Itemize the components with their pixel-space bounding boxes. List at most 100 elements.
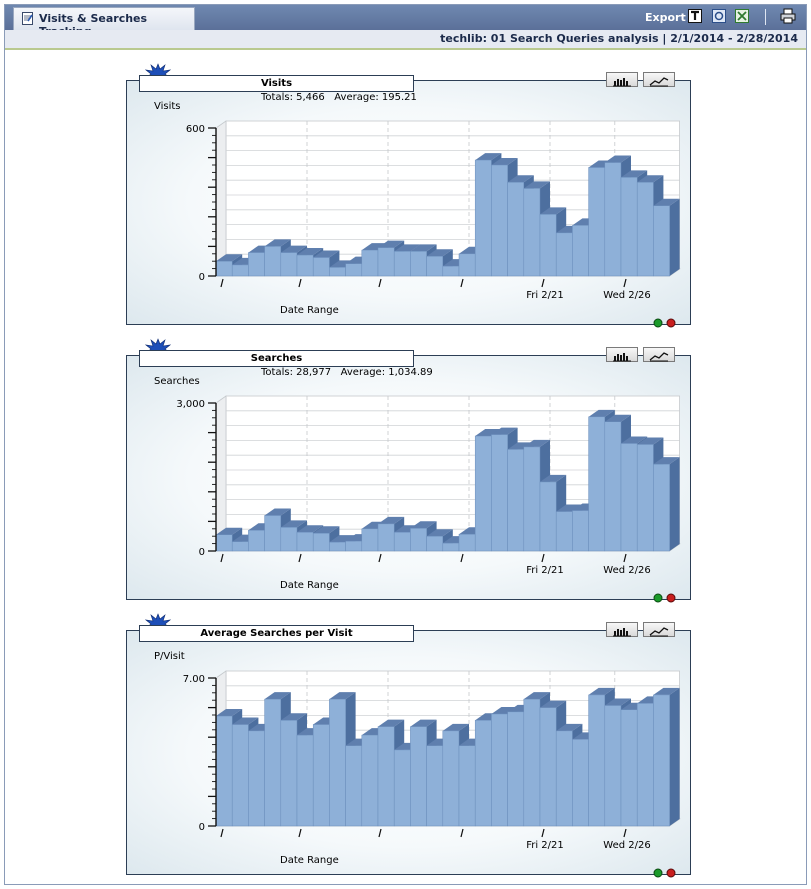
bar	[523, 446, 541, 552]
chart-panel: Searches Totals: 28,977 Average: 1,034.8…	[126, 338, 691, 603]
x-tick	[541, 278, 545, 288]
bar	[312, 257, 330, 277]
bar	[572, 739, 589, 827]
chart-plot: 7.00 0 Fri 2/21 Wed 2/26	[183, 670, 681, 851]
bar	[653, 694, 670, 827]
bar	[410, 528, 427, 552]
x-tick	[623, 828, 627, 838]
x-tick	[623, 553, 627, 563]
bar	[377, 726, 395, 827]
bar	[231, 724, 249, 827]
bar	[280, 252, 298, 277]
bar	[523, 698, 541, 827]
print-icon[interactable]	[780, 8, 796, 24]
bar	[442, 265, 460, 277]
bar	[620, 443, 638, 552]
bar	[572, 225, 589, 277]
x-tick	[220, 278, 224, 288]
bar-side	[669, 198, 680, 276]
bar	[426, 745, 444, 827]
bar	[280, 720, 298, 827]
bar	[523, 188, 541, 277]
x-tick-label: Fri 2/21	[526, 840, 564, 851]
x-tick-label: Wed 2/26	[603, 290, 650, 301]
bar	[345, 263, 363, 277]
x-tick	[541, 828, 545, 838]
bar	[248, 730, 265, 827]
bar	[361, 249, 379, 277]
report-tab[interactable]: Visits & Searches Tracking	[13, 7, 195, 38]
status-indicators	[653, 868, 676, 878]
y-tick-label: 0	[199, 272, 205, 283]
x-tick	[460, 828, 464, 838]
bar	[215, 715, 233, 827]
x-tick	[460, 278, 464, 288]
bar	[296, 734, 314, 827]
x-tick	[460, 553, 464, 563]
text-export-icon[interactable]	[688, 9, 702, 23]
x-tick-label: Fri 2/21	[526, 290, 564, 301]
x-tick	[220, 553, 224, 563]
bar	[507, 449, 525, 552]
bar	[345, 745, 363, 827]
x-tick-label: Wed 2/26	[603, 565, 650, 576]
bar	[393, 749, 411, 827]
y-tick-label: 0	[199, 822, 205, 833]
top-toolbar: Visits & Searches Tracking Export	[5, 5, 806, 38]
y-tick-label: 7.00	[183, 674, 205, 685]
bar	[215, 260, 233, 277]
bar	[458, 745, 476, 827]
bar	[636, 444, 654, 552]
bar	[588, 167, 606, 277]
bar	[572, 510, 589, 552]
toolbar-divider	[765, 9, 766, 25]
bar	[491, 713, 508, 827]
bar	[474, 720, 492, 827]
bar	[539, 481, 557, 552]
bar	[296, 532, 314, 552]
bar	[426, 256, 444, 277]
bar	[280, 527, 298, 552]
bar	[653, 205, 670, 277]
bar	[636, 182, 654, 277]
bar	[296, 254, 314, 277]
y-tick-label: 3,000	[176, 399, 205, 410]
bar	[636, 703, 654, 827]
report-info-bar: techlib: 01 Search Queries analysis | 2/…	[5, 30, 806, 50]
excel-export-icon[interactable]	[735, 9, 749, 23]
y-tick-label: 0	[199, 547, 205, 558]
x-axis-label: Date Range	[280, 580, 339, 591]
bar	[458, 253, 476, 277]
outlook-export-icon[interactable]	[712, 9, 726, 23]
bar	[539, 707, 557, 827]
x-tick	[298, 553, 302, 563]
plot-side-wall	[215, 120, 227, 277]
bar	[264, 246, 282, 277]
bar	[442, 730, 460, 827]
x-tick	[378, 553, 382, 563]
chart-panel: Visits Totals: 5,466 Average: 195.21 Vis…	[126, 63, 691, 328]
bar-side	[669, 687, 680, 826]
x-tick	[378, 828, 382, 838]
bar	[329, 267, 346, 277]
x-tick	[378, 278, 382, 288]
bar	[555, 730, 573, 827]
x-tick	[623, 278, 627, 288]
plot-side-wall	[215, 395, 227, 552]
x-tick-label: Wed 2/26	[603, 840, 650, 851]
export-label: Export	[645, 11, 686, 24]
chart-panel: Average Searches per Visit P/Visit 7.00 0…	[126, 613, 691, 878]
bar	[248, 530, 265, 552]
bar	[539, 214, 557, 277]
y-tick-label: 600	[186, 124, 205, 135]
x-tick	[220, 828, 224, 838]
bar	[329, 541, 346, 552]
bar	[377, 247, 395, 277]
bar	[555, 232, 573, 277]
bar	[393, 532, 411, 552]
report-info: techlib: 01 Search Queries analysis | 2/…	[440, 32, 798, 45]
bar	[377, 523, 395, 552]
bar	[458, 533, 476, 552]
x-tick	[298, 278, 302, 288]
bar	[312, 724, 330, 827]
